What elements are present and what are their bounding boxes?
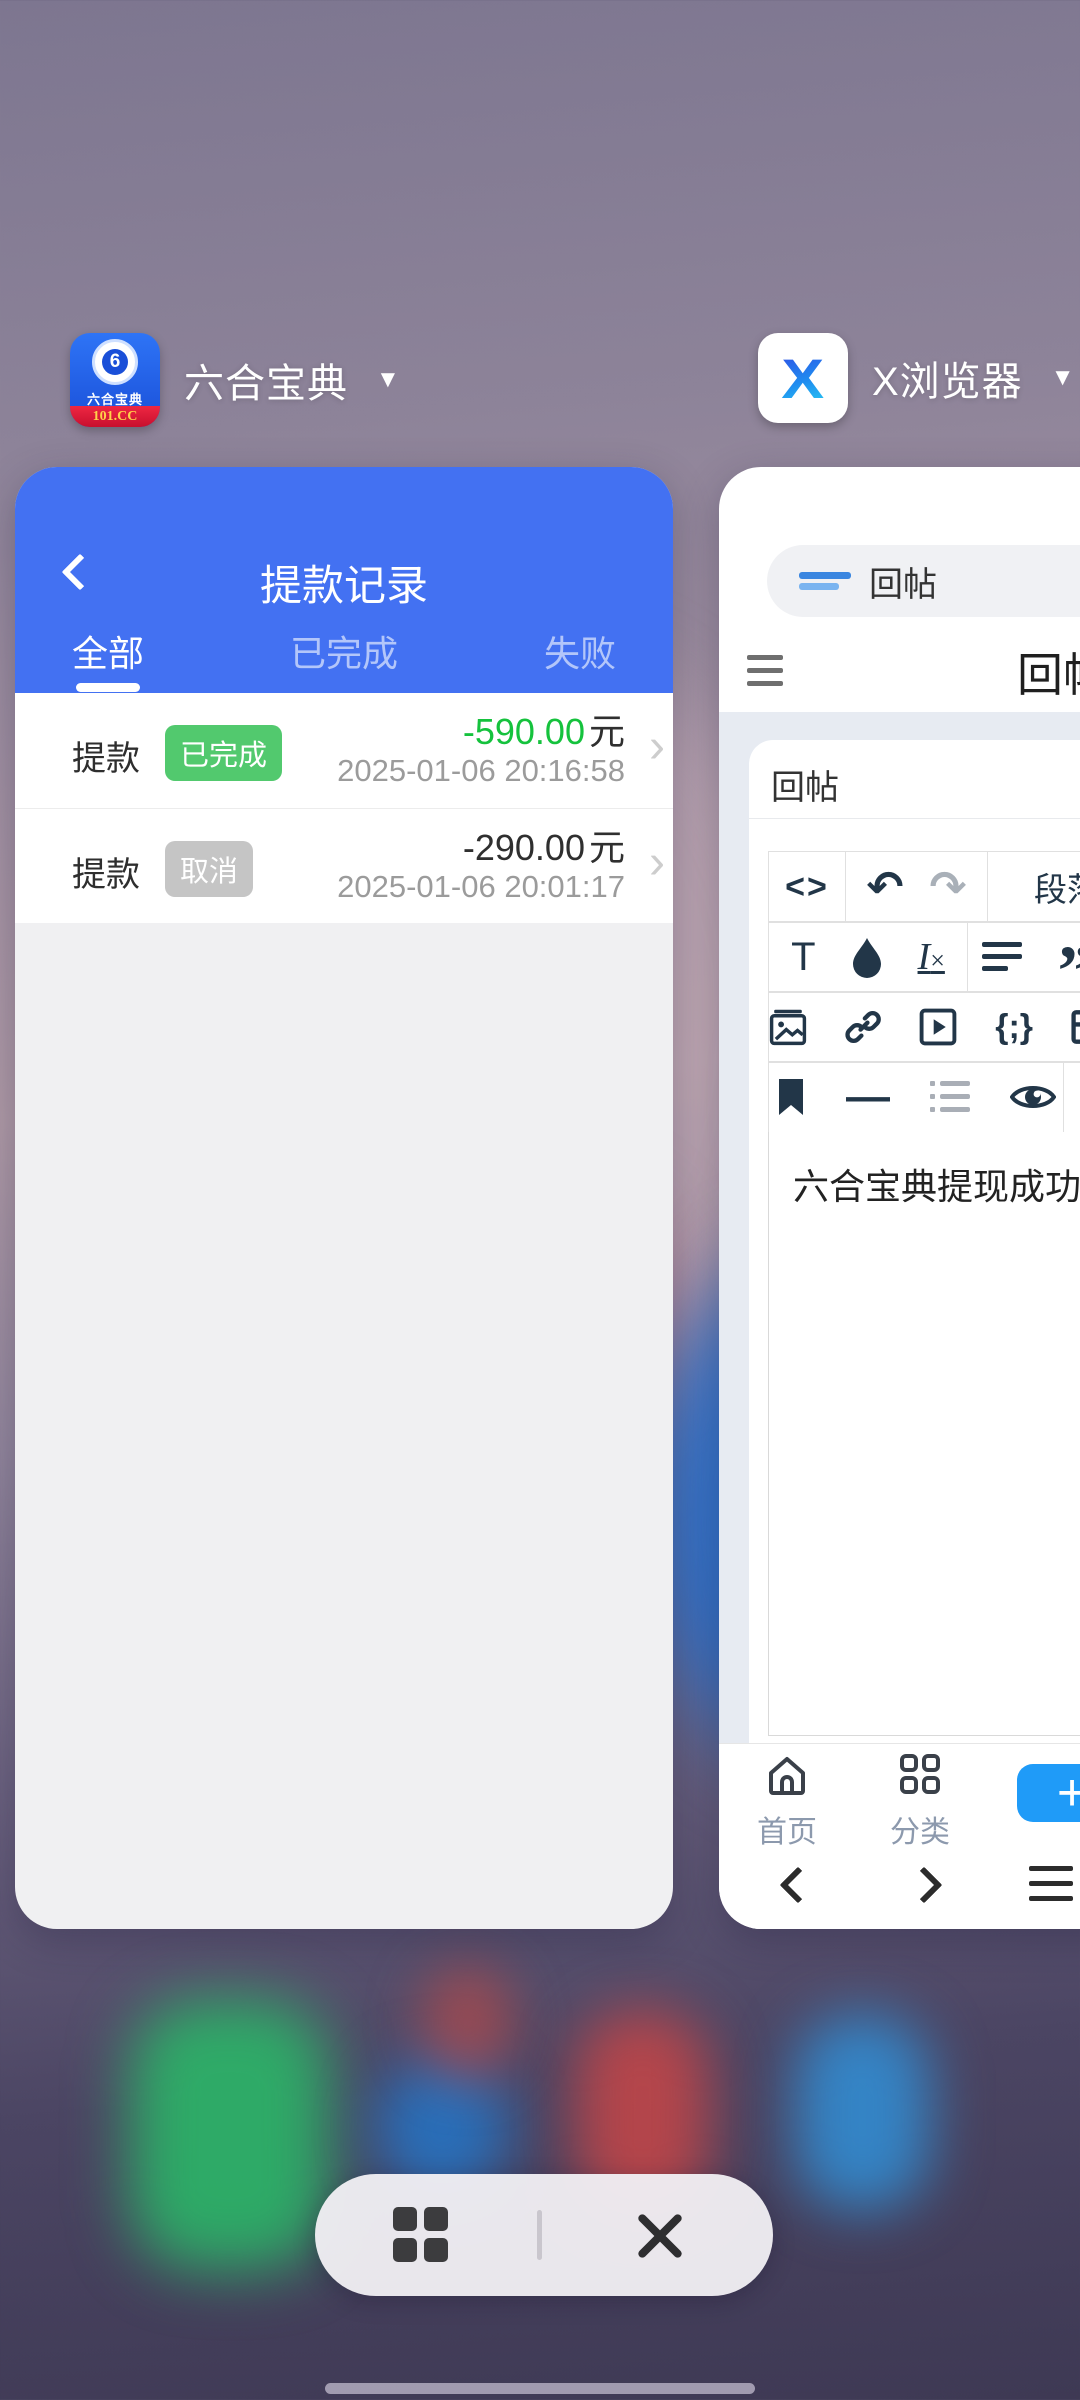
record-amount: -590.00 bbox=[463, 711, 585, 752]
tab-completed[interactable]: 已完成 bbox=[290, 625, 398, 677]
status-badge: 取消 bbox=[165, 841, 253, 897]
recents-control-pill bbox=[315, 2174, 773, 2296]
home-icon bbox=[765, 1754, 809, 1796]
text-format-group: T I× bbox=[768, 921, 968, 993]
close-all-button[interactable] bbox=[633, 2208, 687, 2262]
tab-failed[interactable]: 失败 bbox=[544, 625, 616, 677]
undo-redo-group: ↶ ↷ bbox=[845, 851, 988, 923]
paragraph-dropdown[interactable]: 段落 bbox=[987, 851, 1080, 923]
browser-back-icon[interactable] bbox=[780, 1867, 817, 1904]
page-heading: 回帖 bbox=[1017, 639, 1080, 705]
task-card-xbrowser[interactable]: 回帖 回帖 回帖 <> ↶ ↷ 段落 T bbox=[719, 467, 1080, 1929]
address-bar-text: 回帖 bbox=[869, 557, 937, 606]
browser-forward-icon[interactable] bbox=[906, 1867, 943, 1904]
insert-group: {;} bbox=[768, 991, 1080, 1063]
active-tab-underline bbox=[76, 683, 140, 692]
status-badge: 已完成 bbox=[165, 725, 282, 781]
font-size-icon[interactable]: T bbox=[791, 935, 815, 980]
chevron-right-icon[interactable]: › bbox=[649, 835, 665, 890]
table-row[interactable]: 提款 取消 -290.00元 2025-01-06 20:01:17 › bbox=[15, 808, 673, 923]
blurred-app-icon-blue-2 bbox=[795, 2015, 930, 2210]
menu-icon[interactable] bbox=[747, 655, 783, 694]
more-button[interactable]: ••• bbox=[1063, 1061, 1080, 1133]
reply-form-panel: 回帖 <> ↶ ↷ 段落 T I× bbox=[719, 712, 1080, 1743]
text-color-icon[interactable] bbox=[850, 936, 884, 978]
record-type: 提款 bbox=[72, 731, 140, 780]
ball-icon: 6 bbox=[92, 339, 138, 385]
list-icon[interactable] bbox=[930, 1079, 970, 1115]
table-icon[interactable] bbox=[1071, 1007, 1080, 1047]
clear-format-icon[interactable]: I× bbox=[918, 935, 945, 979]
app-title-left: 六合宝典 bbox=[184, 351, 348, 409]
editor-text: 六合宝典提现成功，谁 bbox=[793, 1158, 1080, 1210]
record-type: 提款 bbox=[72, 847, 140, 896]
video-icon[interactable] bbox=[919, 1005, 957, 1049]
withdraw-header: 提款记录 全部 已完成 失败 bbox=[15, 467, 673, 693]
horizontal-rule-icon[interactable]: — bbox=[846, 1072, 890, 1122]
task-card-withdraw-records[interactable]: 提款记录 全部 已完成 失败 提款 已完成 -590.00元 2025-01-0… bbox=[15, 467, 673, 1929]
align-quote-group: ” bbox=[967, 921, 1080, 993]
table-row[interactable]: 提款 已完成 -590.00元 2025-01-06 20:16:58 › bbox=[15, 693, 673, 808]
align-left-icon[interactable] bbox=[982, 940, 1024, 974]
category-grid-icon bbox=[898, 1754, 942, 1796]
record-unit: 元 bbox=[589, 827, 625, 868]
icon-domain-badge: 101.CC bbox=[70, 406, 160, 427]
task-header-xbrowser[interactable]: X X浏览器 ▼ bbox=[758, 333, 1074, 423]
record-datetime: 2025-01-06 20:01:17 bbox=[337, 869, 625, 905]
blurred-app-icon-green bbox=[130, 2000, 330, 2270]
site-bottom-nav: 首页 分类 + bbox=[719, 1743, 1080, 1848]
address-bar[interactable]: 回帖 bbox=[767, 545, 1080, 617]
image-icon[interactable] bbox=[769, 1005, 807, 1049]
chevron-down-icon[interactable]: ▼ bbox=[1051, 364, 1075, 392]
nav-category[interactable]: 分类 bbox=[860, 1754, 980, 1851]
undo-icon[interactable]: ↶ bbox=[867, 862, 904, 913]
divider bbox=[537, 2210, 542, 2260]
bookmark-icon[interactable] bbox=[776, 1077, 806, 1117]
blockquote-icon[interactable]: ” bbox=[1058, 956, 1080, 986]
browser-menu-icon[interactable] bbox=[1029, 1866, 1073, 1911]
preview-eye-icon[interactable] bbox=[1010, 1081, 1056, 1113]
app-grid-button[interactable] bbox=[393, 2207, 448, 2262]
record-unit: 元 bbox=[589, 711, 625, 752]
link-icon[interactable] bbox=[845, 1006, 881, 1048]
code-view-button[interactable]: <> bbox=[768, 851, 846, 923]
reply-form-card: 回帖 <> ↶ ↷ 段落 T I× bbox=[749, 740, 1080, 1743]
redo-icon[interactable]: ↷ bbox=[930, 862, 967, 913]
page-title: 提款记录 bbox=[15, 552, 673, 613]
nav-home[interactable]: 首页 bbox=[727, 1754, 847, 1851]
xbrowser-app-icon[interactable]: X bbox=[758, 333, 848, 423]
app-title-right: X浏览器 bbox=[872, 349, 1023, 407]
record-datetime: 2025-01-06 20:16:58 bbox=[337, 753, 625, 789]
chevron-down-icon[interactable]: ▼ bbox=[376, 366, 400, 394]
misc-group: — bbox=[768, 1061, 1064, 1133]
new-post-button[interactable]: + bbox=[1017, 1764, 1080, 1822]
tab-all[interactable]: 全部 bbox=[72, 625, 144, 677]
site-favicon-icon bbox=[799, 572, 851, 590]
browser-nav-bar bbox=[719, 1848, 1080, 1929]
home-indicator[interactable] bbox=[325, 2383, 755, 2394]
blurred-app-icon-red-1 bbox=[420, 1965, 515, 2080]
ball-number: 6 bbox=[102, 349, 128, 375]
liuhebaodian-app-icon[interactable]: 6 六合宝典 101.CC bbox=[70, 333, 160, 427]
divider bbox=[749, 818, 1080, 819]
record-amount: -290.00 bbox=[463, 827, 585, 868]
form-title: 回帖 bbox=[771, 760, 839, 809]
task-header-liuhebaodian[interactable]: 6 六合宝典 101.CC 六合宝典 ▼ bbox=[70, 333, 400, 427]
reply-editor[interactable]: 六合宝典提现成功，谁 bbox=[768, 1132, 1080, 1736]
chevron-right-icon[interactable]: › bbox=[649, 719, 665, 774]
code-block-icon[interactable]: {;} bbox=[995, 1008, 1033, 1047]
x-logo: X bbox=[782, 346, 825, 411]
